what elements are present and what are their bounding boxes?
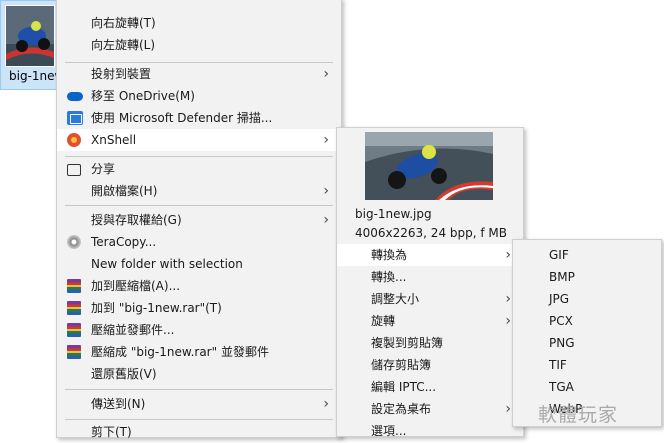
menu-item-open-with[interactable]: 開啟檔案(H) › [57,180,341,202]
menu-item-share[interactable]: 分享 [57,158,341,180]
menu-item-defender-scan[interactable]: 使用 Microsoft Defender 掃描... [57,107,341,129]
xnshell-submenu: big-1new.jpg 4006x2263, 24 bpp, f MB 轉換為… [336,127,524,438]
winrar-icon [67,323,81,337]
format-item-png[interactable]: PNG [513,332,661,354]
cd-icon [67,235,81,249]
menu-item-rotate-left[interactable]: 向左旋轉(L) [57,34,341,56]
format-item-pcx[interactable]: PCX [513,310,661,332]
xnshell-item-save-clipboard[interactable]: 儲存剪貼簿 [337,354,523,376]
watermark: 軟體玩家 [538,404,619,426]
format-item-gif[interactable]: GIF [513,244,661,266]
chevron-right-icon: › [323,212,329,228]
menu-separator [65,419,333,420]
menu-item-cut[interactable]: 剪下(T) [57,421,341,443]
xnshell-details: 4006x2263, 24 bpp, f MB [355,226,507,240]
menu-item-teracopy[interactable]: TeraCopy... [57,231,341,253]
format-item-jpg[interactable]: JPG [513,288,661,310]
chevron-right-icon: › [505,313,511,329]
winrar-icon [67,345,81,359]
chevron-right-icon: › [505,247,511,263]
xnshell-filename: big-1new.jpg [355,207,432,221]
chevron-right-icon: › [323,183,329,199]
menu-item-give-access[interactable]: 授與存取權給(G) › [57,209,341,231]
file-thumbnail [5,5,55,67]
format-item-tif[interactable]: TIF [513,354,661,376]
convert-format-submenu: GIF BMP JPG PCX PNG TIF TGA WebP [512,239,662,427]
xnshell-item-edit-iptc[interactable]: 編輯 IPTC... [337,376,523,398]
menu-item-send-to[interactable]: 傳送到(N) › [57,393,341,415]
cloud-icon [67,92,83,101]
image-preview [365,132,493,200]
xnshell-item-convert[interactable]: 轉換... [337,266,523,288]
menu-item-add-to-archive[interactable]: 加到壓縮檔(A)... [57,275,341,297]
format-item-bmp[interactable]: BMP [513,266,661,288]
menu-item-xnshell[interactable]: XnShell › [57,129,341,151]
winrar-icon [67,279,81,293]
context-menu: 向右旋轉(T) 向左旋轉(L) 投射到裝置 › 移至 OneDrive(M) 使… [56,0,342,439]
menu-item-move-to-onedrive[interactable]: 移至 OneDrive(M) [57,85,341,107]
shield-icon [67,111,83,125]
menu-item-cast-to-device[interactable]: 投射到裝置 › [57,63,341,85]
menu-separator [65,205,333,206]
menu-item-new-folder-with-selection[interactable]: New folder with selection [57,253,341,275]
xnshell-item-rotate[interactable]: 旋轉 › [337,310,523,332]
chevron-right-icon: › [323,396,329,412]
xnshell-item-resize[interactable]: 調整大小 › [337,288,523,310]
format-item-tga[interactable]: TGA [513,376,661,398]
chevron-right-icon: › [505,291,511,307]
share-icon [67,164,81,176]
menu-item-compress-to-rar-and-email[interactable]: 壓縮成 "big-1new.rar" 並發郵件 [57,341,341,363]
chevron-right-icon: › [323,66,329,82]
menu-item-compress-and-email[interactable]: 壓縮並發郵件... [57,319,341,341]
xnshell-item-convert-to[interactable]: 轉換為 › [337,244,523,266]
menu-item-rotate-right[interactable]: 向右旋轉(T) [57,12,341,34]
menu-separator [65,156,333,157]
xnshell-item-set-wallpaper[interactable]: 設定為桌布 › [337,398,523,420]
desktop-file-icon[interactable]: big-1new [0,0,64,90]
menu-item-restore-previous[interactable]: 還原舊版(V) [57,363,341,385]
winrar-icon [67,301,81,315]
xnshell-item-options[interactable]: 選項... [337,420,523,442]
menu-separator [65,389,333,390]
xnshell-item-copy-to-clipboard[interactable]: 複製到剪貼簿 [337,332,523,354]
xnshell-icon [67,133,81,147]
chevron-right-icon: › [323,132,329,148]
menu-item-add-to-rar[interactable]: 加到 "big-1new.rar"(T) [57,297,341,319]
chevron-right-icon: › [505,401,511,417]
